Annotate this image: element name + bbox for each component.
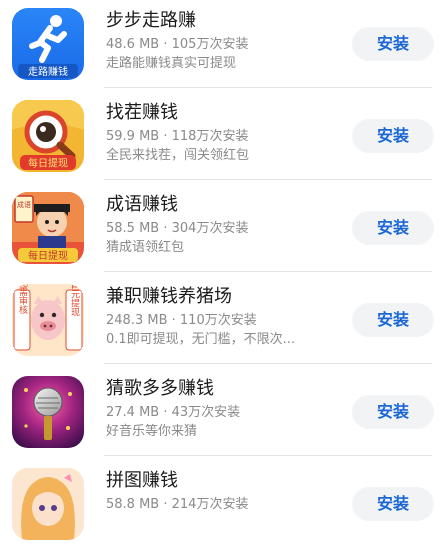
pig-icon[interactable]: 无需审核 0.1元提现 bbox=[12, 284, 84, 356]
install-button[interactable]: 安装 bbox=[352, 487, 434, 521]
microphone-icon[interactable] bbox=[12, 376, 84, 448]
install-button[interactable]: 安装 bbox=[352, 395, 434, 429]
install-button[interactable]: 安装 bbox=[352, 303, 434, 337]
app-description: 好音乐等你来猜 bbox=[106, 424, 198, 439]
icon-caption: 每日提现 bbox=[28, 249, 68, 262]
app-size: 27.4 MB bbox=[106, 405, 160, 420]
install-button[interactable]: 安装 bbox=[352, 211, 434, 245]
app-name[interactable]: 找茬赚钱 bbox=[106, 101, 342, 125]
app-name[interactable]: 拼图赚钱 bbox=[106, 469, 342, 493]
app-info: 拼图赚钱 58.8 MB · 214万次安装 bbox=[106, 469, 342, 514]
meta-separator: · bbox=[163, 37, 168, 52]
running-man-icon[interactable]: 走路赚钱 bbox=[12, 8, 84, 80]
app-installs: 43万次安装 bbox=[171, 405, 241, 420]
meta-separator: · bbox=[163, 405, 168, 420]
app-list-item[interactable]: 拼图赚钱 58.8 MB · 214万次安装 安装 bbox=[0, 456, 442, 548]
app-meta: 27.4 MB · 43万次安装 bbox=[106, 403, 342, 422]
app-name[interactable]: 步步走路赚 bbox=[106, 9, 342, 33]
app-description: 0.1即可提现，无门槛，不限次... bbox=[106, 332, 296, 347]
app-info: 成语赚钱 58.5 MB · 304万次安装 猜成语领红包 bbox=[106, 193, 342, 257]
app-list-item[interactable]: 走路赚钱 步步走路赚 48.6 MB · 105万次安装 走路能赚钱真实可提现 … bbox=[0, 0, 442, 88]
icon-left-text: 无需审核 bbox=[17, 284, 28, 315]
app-description: 猜成语领红包 bbox=[106, 240, 185, 255]
icon-caption: 每日提现 bbox=[28, 157, 68, 170]
app-size: 48.6 MB bbox=[106, 37, 160, 52]
install-button[interactable]: 安装 bbox=[352, 119, 434, 153]
app-meta: 58.8 MB · 214万次安装 bbox=[106, 495, 342, 514]
meta-separator: · bbox=[163, 221, 168, 236]
icon-badge: 成语 bbox=[17, 200, 31, 209]
anime-girl-icon[interactable] bbox=[12, 468, 84, 540]
app-meta: 248.3 MB · 110万次安装 bbox=[106, 311, 342, 330]
app-name[interactable]: 成语赚钱 bbox=[106, 193, 342, 217]
icon-right-text: 0.1元提现 bbox=[69, 284, 80, 318]
app-description: 走路能赚钱真实可提现 bbox=[106, 56, 237, 71]
app-installs: 110万次安装 bbox=[179, 313, 257, 328]
app-installs: 105万次安装 bbox=[171, 37, 249, 52]
install-button[interactable]: 安装 bbox=[352, 27, 434, 61]
magnifier-eye-icon[interactable]: 每日提现 bbox=[12, 100, 84, 172]
app-installs: 304万次安装 bbox=[171, 221, 249, 236]
app-info: 猜歌多多赚钱 27.4 MB · 43万次安装 好音乐等你来猜 bbox=[106, 377, 342, 441]
app-list-item[interactable]: 无需审核 0.1元提现 兼职赚钱养猪场 248.3 MB · 110万次安装 0… bbox=[0, 272, 442, 364]
app-installs: 214万次安装 bbox=[171, 497, 249, 512]
app-name[interactable]: 猜歌多多赚钱 bbox=[106, 377, 342, 401]
app-info: 兼职赚钱养猪场 248.3 MB · 110万次安装 0.1即可提现，无门槛，不… bbox=[106, 285, 342, 349]
app-info: 找茬赚钱 59.9 MB · 118万次安装 全民来找茬，闯关领红包 bbox=[106, 101, 342, 165]
app-meta: 58.5 MB · 304万次安装 bbox=[106, 219, 342, 238]
app-installs: 118万次安装 bbox=[171, 129, 249, 144]
app-list-item[interactable]: 成语 每日提现 成语赚钱 58.5 MB · 304万次安装 猜成语领红包 安装 bbox=[0, 180, 442, 272]
app-meta: 59.9 MB · 118万次安装 bbox=[106, 127, 342, 146]
app-list-item[interactable]: 猜歌多多赚钱 27.4 MB · 43万次安装 好音乐等你来猜 安装 bbox=[0, 364, 442, 456]
app-info: 步步走路赚 48.6 MB · 105万次安装 走路能赚钱真实可提现 bbox=[106, 9, 342, 73]
app-size: 248.3 MB bbox=[106, 313, 168, 328]
app-size: 58.5 MB bbox=[106, 221, 160, 236]
app-name[interactable]: 兼职赚钱养猪场 bbox=[106, 285, 342, 309]
app-meta: 48.6 MB · 105万次安装 bbox=[106, 35, 342, 54]
app-size: 58.8 MB bbox=[106, 497, 160, 512]
app-size: 59.9 MB bbox=[106, 129, 160, 144]
meta-separator: · bbox=[163, 129, 168, 144]
app-description: 全民来找茬，闯关领红包 bbox=[106, 148, 250, 163]
app-list-item[interactable]: 每日提现 找茬赚钱 59.9 MB · 118万次安装 全民来找茬，闯关领红包 … bbox=[0, 88, 442, 180]
meta-separator: · bbox=[163, 497, 168, 512]
app-list: 走路赚钱 步步走路赚 48.6 MB · 105万次安装 走路能赚钱真实可提现 … bbox=[0, 0, 442, 548]
scholar-boy-icon[interactable]: 成语 每日提现 bbox=[12, 192, 84, 264]
icon-caption: 走路赚钱 bbox=[28, 65, 68, 78]
meta-separator: · bbox=[171, 313, 176, 328]
